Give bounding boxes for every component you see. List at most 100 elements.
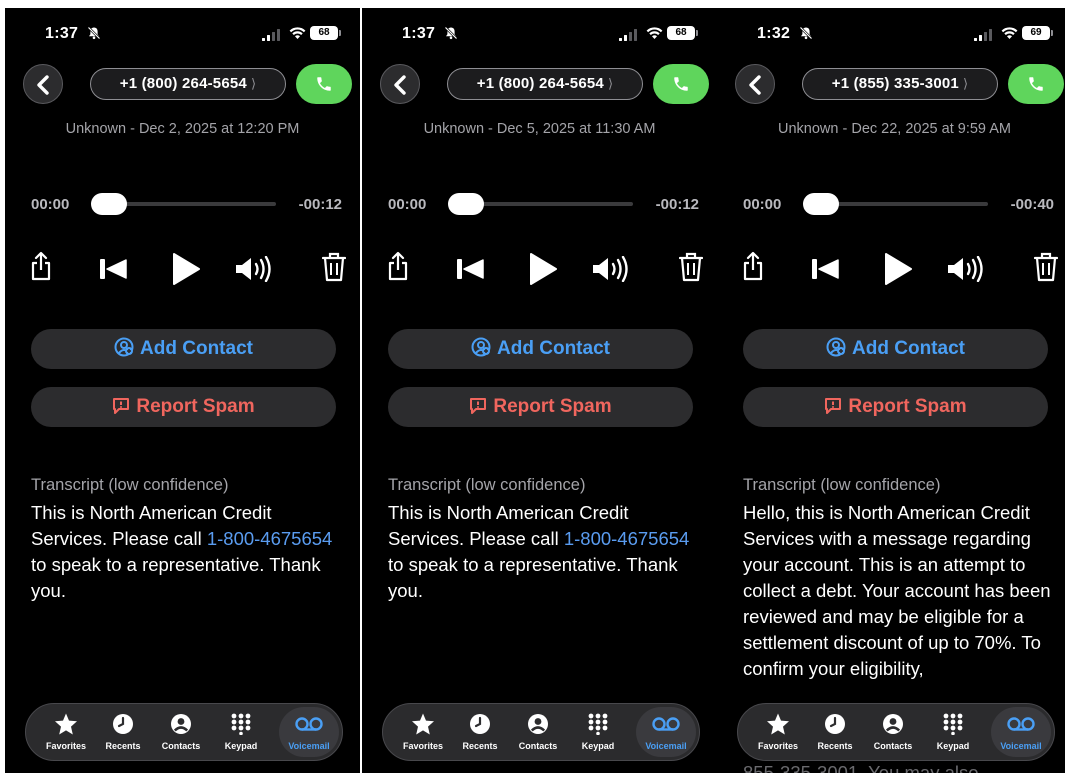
back-button[interactable] xyxy=(735,64,775,104)
bell-off-icon xyxy=(799,26,813,40)
share-icon[interactable] xyxy=(742,251,764,286)
report-spam-button[interactable]: Report Spam xyxy=(743,387,1048,427)
transcript-heading: Transcript (low confidence) xyxy=(743,476,941,494)
speaker-icon[interactable] xyxy=(235,255,277,287)
tab-favorites[interactable]: Favorites xyxy=(36,704,96,760)
caller-number-pill[interactable]: +1 (800) 264-5654 ⟩ xyxy=(90,68,286,100)
transcript-phone-link[interactable]: 1-800-4675654 xyxy=(564,528,690,549)
time-elapsed: 00:00 xyxy=(31,196,70,213)
call-button[interactable] xyxy=(1008,64,1064,104)
transcript-phone-link[interactable]: 1-800-4675654 xyxy=(207,528,333,549)
caller-number-pill[interactable]: +1 (800) 264-5654 ⟩ xyxy=(447,68,643,100)
voicemail-icon xyxy=(652,717,680,731)
play-icon[interactable] xyxy=(171,253,201,290)
tab-voicemail[interactable]: Voicemail xyxy=(636,707,696,757)
chevron-left-icon xyxy=(749,75,761,95)
keypad-icon xyxy=(231,713,251,735)
share-icon[interactable] xyxy=(387,251,409,286)
tab-favorites[interactable]: Favorites xyxy=(393,704,453,760)
wifi-icon xyxy=(646,26,663,40)
call-button[interactable] xyxy=(653,64,709,104)
add-contact-icon xyxy=(114,337,134,357)
playback-scrubber-knob[interactable] xyxy=(803,193,839,215)
battery-icon: 69 xyxy=(1022,26,1053,40)
playback-scrubber-knob[interactable] xyxy=(448,193,484,215)
play-icon[interactable] xyxy=(883,253,913,290)
tab-label-contacts: Contacts xyxy=(518,741,558,751)
tab-favorites[interactable]: Favorites xyxy=(748,704,808,760)
play-icon[interactable] xyxy=(528,253,558,290)
skip-back-icon[interactable] xyxy=(457,259,485,284)
transcript-before: Hello, this is North American Credit Ser… xyxy=(743,502,1051,679)
report-spam-label: Report Spam xyxy=(848,396,967,417)
tab-label-favorites: Favorites xyxy=(45,741,87,751)
report-icon xyxy=(113,398,130,414)
tab-recents[interactable]: Recents xyxy=(93,704,153,760)
voicemail-icon xyxy=(1007,717,1035,731)
person-circle-icon xyxy=(171,714,191,734)
tab-bar: Favorites Recents Contacts Keypad Voicem… xyxy=(382,703,700,761)
phone-icon xyxy=(674,77,688,91)
tab-keypad[interactable]: Keypad xyxy=(568,704,628,760)
skip-back-icon[interactable] xyxy=(100,259,128,284)
report-spam-button[interactable]: Report Spam xyxy=(31,387,336,427)
tab-voicemail[interactable]: Voicemail xyxy=(279,707,339,757)
signal-icon xyxy=(619,28,637,41)
transcript-after: to speak to a representative. Thank you. xyxy=(388,554,678,601)
star-icon xyxy=(412,713,434,735)
add-contact-icon xyxy=(471,337,491,357)
transcript-heading: Transcript (low confidence) xyxy=(388,476,586,494)
voicemail-screen-1: 1:37 68 +1 (800) 264-5654 ⟩ Unknown - Dec… xyxy=(5,8,360,773)
chevron-left-icon xyxy=(37,75,49,95)
speaker-icon[interactable] xyxy=(947,255,989,287)
clock-icon xyxy=(470,714,490,734)
back-button[interactable] xyxy=(380,64,420,104)
time-remaining: -00:40 xyxy=(1010,196,1054,213)
bell-off-icon xyxy=(444,26,458,40)
report-icon xyxy=(470,398,487,414)
add-contact-button[interactable]: Add Contact xyxy=(743,329,1048,369)
person-circle-icon xyxy=(883,714,903,734)
skip-back-icon[interactable] xyxy=(812,259,840,284)
add-contact-button[interactable]: Add Contact xyxy=(388,329,693,369)
tab-keypad[interactable]: Keypad xyxy=(923,704,983,760)
back-button[interactable] xyxy=(23,64,63,104)
tab-label-favorites: Favorites xyxy=(757,741,799,751)
status-bar: 1:37 68 xyxy=(362,8,717,56)
voicemail-meta: Unknown - Dec 2, 2025 at 12:20 PM xyxy=(65,121,300,137)
share-icon[interactable] xyxy=(30,251,52,286)
tab-label-voicemail: Voicemail xyxy=(1000,741,1042,751)
tab-contacts[interactable]: Contacts xyxy=(151,704,211,760)
tab-voicemail[interactable]: Voicemail xyxy=(991,707,1051,757)
tab-recents[interactable]: Recents xyxy=(450,704,510,760)
tab-keypad[interactable]: Keypad xyxy=(211,704,271,760)
tab-contacts[interactable]: Contacts xyxy=(863,704,923,760)
trash-icon[interactable] xyxy=(1033,252,1059,287)
status-time: 1:37 xyxy=(402,25,436,42)
call-button[interactable] xyxy=(296,64,352,104)
tab-bar: Favorites Recents Contacts Keypad Voicem… xyxy=(25,703,343,761)
add-contact-button[interactable]: Add Contact xyxy=(31,329,336,369)
caller-number-pill[interactable]: +1 (855) 335-3001 ⟩ xyxy=(802,68,998,100)
tab-contacts[interactable]: Contacts xyxy=(508,704,568,760)
battery-icon: 68 xyxy=(310,26,341,40)
keypad-icon xyxy=(943,713,963,735)
status-time: 1:37 xyxy=(45,25,79,42)
caller-number: +1 (800) 264-5654 xyxy=(476,75,604,92)
speaker-icon[interactable] xyxy=(592,255,634,287)
report-spam-button[interactable]: Report Spam xyxy=(388,387,693,427)
trash-icon[interactable] xyxy=(321,252,347,287)
trash-icon[interactable] xyxy=(678,252,704,287)
voicemail-screen-2: 1:37 68 +1 (800) 264-5654 ⟩ Unknown - Dec… xyxy=(362,8,717,773)
chevron-right-icon: ⟩ xyxy=(607,76,614,91)
tab-bar: Favorites Recents Contacts Keypad Voicem… xyxy=(737,703,1055,761)
voicemail-meta: Unknown - Dec 5, 2025 at 11:30 AM xyxy=(423,121,656,137)
signal-icon xyxy=(262,28,280,41)
wifi-icon xyxy=(289,26,306,40)
tab-label-keypad: Keypad xyxy=(936,741,970,751)
playback-scrubber-knob[interactable] xyxy=(91,193,127,215)
star-icon xyxy=(55,713,77,735)
transcript-text: Hello, this is North American Credit Ser… xyxy=(743,500,1058,682)
tab-recents[interactable]: Recents xyxy=(805,704,865,760)
status-time: 1:32 xyxy=(757,25,791,42)
